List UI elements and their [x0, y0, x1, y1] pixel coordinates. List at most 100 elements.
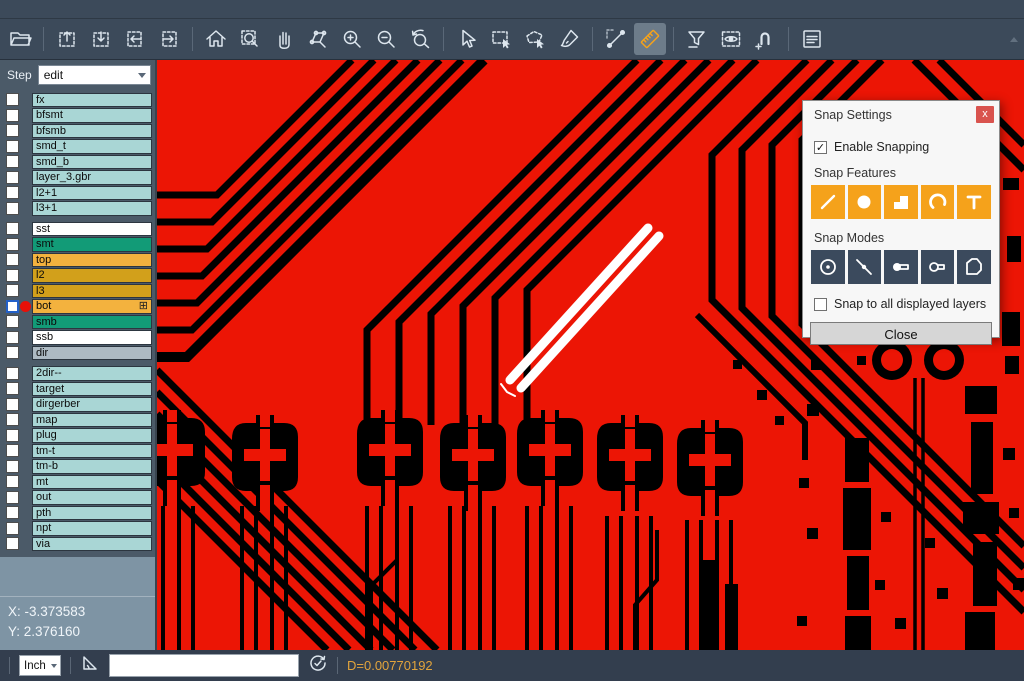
clean-brush-button[interactable]	[553, 23, 585, 55]
layer-label[interactable]: dir	[32, 346, 152, 361]
layer-checkbox[interactable]	[6, 124, 19, 137]
zoom-previous-button[interactable]	[404, 23, 436, 55]
layer-row[interactable]: l3	[0, 283, 155, 299]
layer-label[interactable]: via	[32, 537, 152, 552]
close-button[interactable]: Close	[810, 322, 992, 345]
layer-checkbox[interactable]	[6, 444, 19, 457]
layer-checkbox[interactable]	[6, 367, 19, 380]
layer-label[interactable]: map	[32, 413, 152, 428]
filter-button[interactable]	[681, 23, 713, 55]
layer-checkbox[interactable]	[6, 506, 19, 519]
enable-snapping-row[interactable]: ✓ Enable Snapping	[814, 140, 999, 154]
step-select[interactable]: edit	[38, 65, 151, 85]
layer-label[interactable]: smd_t	[32, 139, 152, 154]
layer-checkbox[interactable]	[6, 429, 19, 442]
import-left-button[interactable]	[119, 23, 151, 55]
select-button[interactable]	[451, 23, 483, 55]
layer-label[interactable]: fx	[32, 93, 152, 108]
layer-row[interactable]: ssb	[0, 330, 155, 346]
layer-row[interactable]: top	[0, 252, 155, 268]
layer-label[interactable]: plug	[32, 428, 152, 443]
enable-snapping-checkbox[interactable]: ✓	[814, 141, 827, 154]
snap-arc-button[interactable]	[921, 185, 955, 219]
toolbar-overflow-icon[interactable]	[1010, 37, 1018, 42]
layer-row[interactable]: l2	[0, 268, 155, 284]
layer-label[interactable]: bot⊞	[32, 299, 152, 314]
layer-checkbox[interactable]	[6, 413, 19, 426]
zoom-window-button[interactable]	[234, 23, 266, 55]
layer-label[interactable]: l2	[32, 268, 152, 283]
pcb-canvas[interactable]: Snap Settings x ✓ Enable Snapping Snap F…	[157, 60, 1024, 650]
measure-line-button[interactable]	[600, 23, 632, 55]
layer-checkbox[interactable]	[6, 238, 19, 251]
import-up-button[interactable]	[51, 23, 83, 55]
layer-label[interactable]: smd_b	[32, 155, 152, 170]
zoom-out-button[interactable]	[370, 23, 402, 55]
layer-label[interactable]: ssb	[32, 330, 152, 345]
layer-label[interactable]: bfsmt	[32, 108, 152, 123]
layer-checkbox[interactable]	[6, 269, 19, 282]
layer-checkbox[interactable]	[6, 491, 19, 504]
layer-checkbox[interactable]	[6, 475, 19, 488]
select-rectangle-button[interactable]	[485, 23, 517, 55]
layer-row[interactable]: l2+1	[0, 185, 155, 201]
home-view-button[interactable]	[200, 23, 232, 55]
layer-label[interactable]: pth	[32, 506, 152, 521]
select-polygon-button[interactable]	[519, 23, 551, 55]
layer-checkbox[interactable]	[6, 537, 19, 550]
layer-row[interactable]: dir	[0, 345, 155, 361]
layer-checkbox[interactable]	[6, 460, 19, 473]
layer-row[interactable]: map	[0, 412, 155, 428]
sync-button[interactable]	[308, 653, 328, 678]
layer-checkbox[interactable]	[6, 300, 19, 313]
snap-midpoint-button[interactable]	[848, 250, 882, 284]
layer-row[interactable]: sst	[0, 221, 155, 237]
layer-checkbox[interactable]	[6, 284, 19, 297]
layer-row[interactable]: 2dir--	[0, 366, 155, 382]
open-file-button[interactable]	[4, 23, 36, 55]
snap-all-layers-checkbox[interactable]	[814, 298, 827, 311]
import-down-button[interactable]	[85, 23, 117, 55]
layer-label[interactable]: l2+1	[32, 186, 152, 201]
layer-row[interactable]: npt	[0, 521, 155, 537]
layer-row[interactable]: smd_t	[0, 139, 155, 155]
dialog-title-bar[interactable]: Snap Settings x	[803, 101, 999, 128]
pan-button[interactable]	[268, 23, 300, 55]
layer-label[interactable]: bfsmb	[32, 124, 152, 139]
layer-row[interactable]: via	[0, 536, 155, 552]
layer-checkbox[interactable]	[6, 93, 19, 106]
layer-checkbox[interactable]	[6, 398, 19, 411]
layer-checkbox[interactable]	[6, 346, 19, 359]
layer-label[interactable]: dirgerber	[32, 397, 152, 412]
layer-row[interactable]: tm-t	[0, 443, 155, 459]
layer-row[interactable]: bfsmb	[0, 123, 155, 139]
layer-checkbox[interactable]	[6, 202, 19, 215]
layer-label[interactable]: l3+1	[32, 201, 152, 216]
command-input[interactable]	[109, 654, 299, 677]
layer-label[interactable]: 2dir--	[32, 366, 152, 381]
layer-checkbox[interactable]	[6, 331, 19, 344]
dialog-close-button[interactable]: x	[976, 106, 994, 123]
unit-select[interactable]: Inch	[19, 655, 61, 676]
import-right-button[interactable]	[153, 23, 185, 55]
layer-row[interactable]: smd_b	[0, 154, 155, 170]
layer-row[interactable]: smb	[0, 314, 155, 330]
snap-end-outline-button[interactable]	[921, 250, 955, 284]
layer-row[interactable]: layer_3.gbr	[0, 170, 155, 186]
layer-checkbox[interactable]	[6, 171, 19, 184]
layer-label[interactable]: npt	[32, 521, 152, 536]
layer-checkbox[interactable]	[6, 186, 19, 199]
layer-row[interactable]: bfsmt	[0, 108, 155, 124]
layer-label[interactable]: target	[32, 382, 152, 397]
layer-label[interactable]: smt	[32, 237, 152, 252]
snap-surface-button[interactable]	[884, 185, 918, 219]
layer-row[interactable]: tm-b	[0, 459, 155, 475]
layer-checkbox[interactable]	[6, 522, 19, 535]
view-region-button[interactable]	[715, 23, 747, 55]
layer-label[interactable]: out	[32, 490, 152, 505]
layer-row[interactable]: dirgerber	[0, 397, 155, 413]
layer-label[interactable]: tm-t	[32, 444, 152, 459]
layer-label[interactable]: sst	[32, 222, 152, 237]
snap-text-button[interactable]	[957, 185, 991, 219]
layer-row[interactable]: smt	[0, 237, 155, 253]
